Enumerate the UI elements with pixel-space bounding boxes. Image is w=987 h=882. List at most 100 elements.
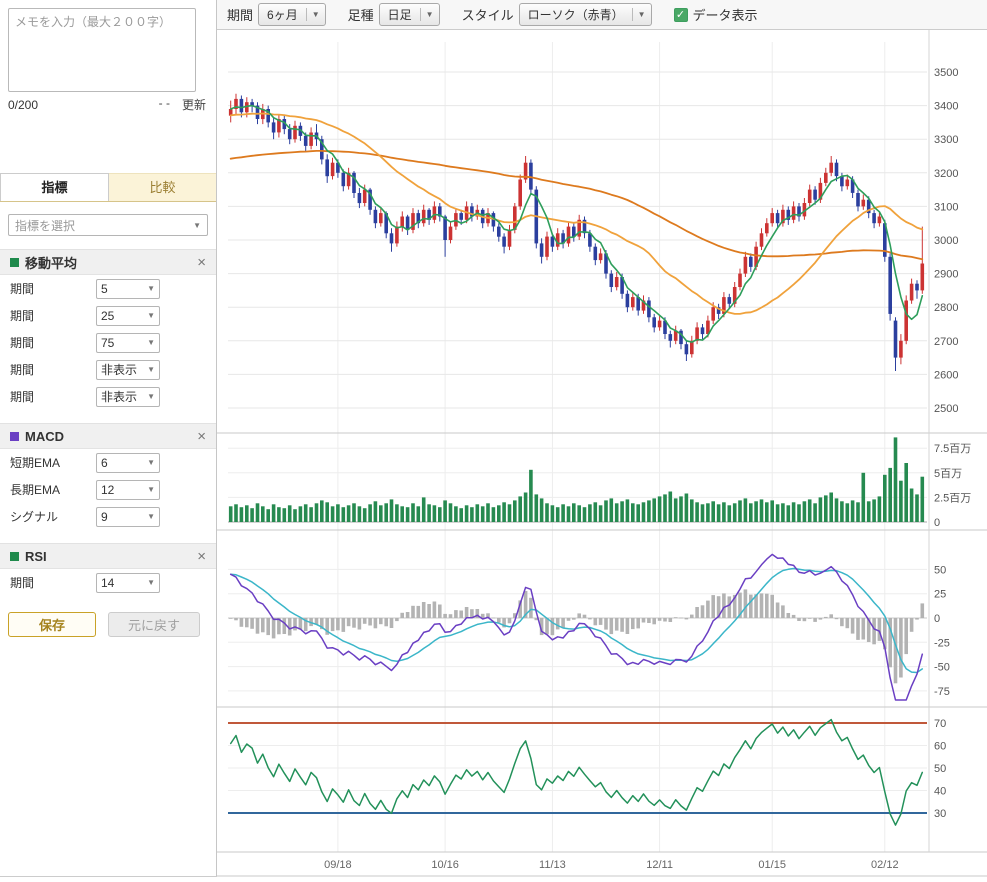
sidebar: 0/200 - - 更新 指標 比較 指標を選択 ▼ 移動平均 × 期間 <box>0 0 216 876</box>
chevron-down-icon: ▼ <box>193 221 201 230</box>
memo-meta: 0/200 - - 更新 <box>8 96 206 113</box>
chart-region: 期間 6ヶ月 ▼ 足種 日足 ▼ スタイル ローソク（赤青） ▼ <box>216 0 987 876</box>
chevron-down-icon: ▼ <box>147 311 155 320</box>
row-value: 9 <box>101 510 108 524</box>
svg-text:50: 50 <box>934 564 946 576</box>
tab-indicators[interactable]: 指標 <box>0 173 109 201</box>
chevron-down-icon: ▼ <box>147 392 155 401</box>
sidebar-tabs: 指標 比較 <box>0 173 216 202</box>
macd-fast-select[interactable]: 6 ▼ <box>96 453 160 473</box>
period-value: 6ヶ月 <box>259 4 306 25</box>
row-value: 75 <box>101 336 114 350</box>
check-icon: ✓ <box>676 9 685 21</box>
chevron-down-icon: ▼ <box>147 284 155 293</box>
row-label: 期間 <box>10 361 96 378</box>
macd-slow-select[interactable]: 12 ▼ <box>96 480 160 500</box>
macd-signal-select[interactable]: 9 ▼ <box>96 507 160 527</box>
indicator-select[interactable]: 指標を選択 ▼ <box>8 214 208 236</box>
row-label: 短期EMA <box>10 454 96 471</box>
memo-update-label: 更新 <box>182 96 206 113</box>
tab-compare[interactable]: 比較 <box>109 173 216 201</box>
macd-signal-row: シグナル 9 ▼ <box>0 503 216 530</box>
stock-chart[interactable]: 3500340033003200310030002900280027002600… <box>217 30 987 877</box>
svg-text:11/13: 11/13 <box>539 859 566 871</box>
chevron-down-icon: ▼ <box>147 512 155 521</box>
period-select[interactable]: 6ヶ月 ▼ <box>258 3 326 26</box>
svg-text:3300: 3300 <box>934 134 958 146</box>
chevron-down-icon: ▼ <box>147 578 155 587</box>
ma-period-row-2: 期間 25 ▼ <box>0 302 216 329</box>
close-icon[interactable]: × <box>197 429 206 444</box>
stock-chart-app: 0/200 - - 更新 指標 比較 指標を選択 ▼ 移動平均 × 期間 <box>0 0 987 877</box>
period-label: 期間 <box>227 5 253 24</box>
ma-period-2-select[interactable]: 25 ▼ <box>96 306 160 326</box>
indicator-color-swatch <box>10 552 19 561</box>
row-value: 5 <box>101 282 108 296</box>
section-rsi: RSI × 期間 14 ▼ <box>0 543 216 596</box>
memo-updated-value: - - <box>159 96 170 113</box>
svg-text:01/15: 01/15 <box>758 859 786 871</box>
row-value: 25 <box>101 309 114 323</box>
save-button[interactable]: 保存 <box>8 612 96 637</box>
ma-period-3-select[interactable]: 75 ▼ <box>96 333 160 353</box>
svg-text:5百万: 5百万 <box>934 468 962 480</box>
chart-toolbar: 期間 6ヶ月 ▼ 足種 日足 ▼ スタイル ローソク（赤青） ▼ <box>217 0 987 30</box>
chevron-down-icon: ▼ <box>420 8 439 21</box>
row-label: 期間 <box>10 307 96 324</box>
svg-text:12/11: 12/11 <box>646 859 673 871</box>
close-icon[interactable]: × <box>197 549 206 564</box>
section-header: 移動平均 × <box>0 250 216 275</box>
data-display-checkbox[interactable]: ✓ <box>674 8 688 22</box>
chevron-down-icon: ▼ <box>147 458 155 467</box>
memo-counter: 0/200 <box>8 98 38 112</box>
close-icon[interactable]: × <box>197 255 206 270</box>
ma-period-5-select[interactable]: 非表示 ▼ <box>96 387 160 407</box>
section-header: RSI × <box>0 544 216 569</box>
indicator-color-swatch <box>10 432 19 441</box>
svg-text:30: 30 <box>934 808 946 820</box>
svg-text:40: 40 <box>934 786 946 798</box>
row-label: 長期EMA <box>10 481 96 498</box>
reset-button[interactable]: 元に戻す <box>108 612 200 637</box>
rsi-period-select[interactable]: 14 ▼ <box>96 573 160 593</box>
row-label: 期間 <box>10 574 96 591</box>
section-macd: MACD × 短期EMA 6 ▼ 長期EMA 12 ▼ シグナル <box>0 423 216 530</box>
svg-text:2500: 2500 <box>934 403 958 415</box>
svg-text:50: 50 <box>934 763 946 775</box>
row-value: 12 <box>101 483 114 497</box>
bar-type-select[interactable]: 日足 ▼ <box>379 3 440 26</box>
indicator-select-placeholder: 指標を選択 <box>15 217 75 234</box>
svg-text:-50: -50 <box>934 662 950 674</box>
ma-period-4-select[interactable]: 非表示 ▼ <box>96 360 160 380</box>
sidebar-buttons: 保存 元に戻す <box>8 612 208 637</box>
chevron-down-icon: ▼ <box>147 338 155 347</box>
svg-text:3000: 3000 <box>934 235 958 247</box>
row-value: 非表示 <box>101 388 137 405</box>
svg-text:02/12: 02/12 <box>871 859 899 871</box>
ma-period-1-select[interactable]: 5 ▼ <box>96 279 160 299</box>
row-value: 14 <box>101 576 114 590</box>
svg-text:2600: 2600 <box>934 369 958 381</box>
memo-input[interactable] <box>8 8 196 92</box>
section-title: RSI <box>25 549 47 564</box>
ma-period-row-5: 期間 非表示 ▼ <box>0 383 216 410</box>
svg-text:-75: -75 <box>934 686 950 698</box>
svg-text:2700: 2700 <box>934 336 958 348</box>
indicator-color-swatch <box>10 258 19 267</box>
data-display-label: データ表示 <box>693 5 758 24</box>
style-select[interactable]: ローソク（赤青） ▼ <box>519 3 652 26</box>
svg-text:3400: 3400 <box>934 101 958 113</box>
row-value: 6 <box>101 456 108 470</box>
row-label: 期間 <box>10 280 96 297</box>
macd-fast-row: 短期EMA 6 ▼ <box>0 449 216 476</box>
svg-text:3200: 3200 <box>934 168 958 180</box>
row-label: 期間 <box>10 388 96 405</box>
svg-text:0: 0 <box>934 517 940 529</box>
svg-text:60: 60 <box>934 741 946 753</box>
svg-text:70: 70 <box>934 718 946 730</box>
bar-type-value: 日足 <box>380 4 420 25</box>
ma-period-row-1: 期間 5 ▼ <box>0 275 216 302</box>
row-label: シグナル <box>10 508 96 525</box>
svg-text:25: 25 <box>934 589 946 601</box>
svg-text:7.5百万: 7.5百万 <box>934 443 971 455</box>
